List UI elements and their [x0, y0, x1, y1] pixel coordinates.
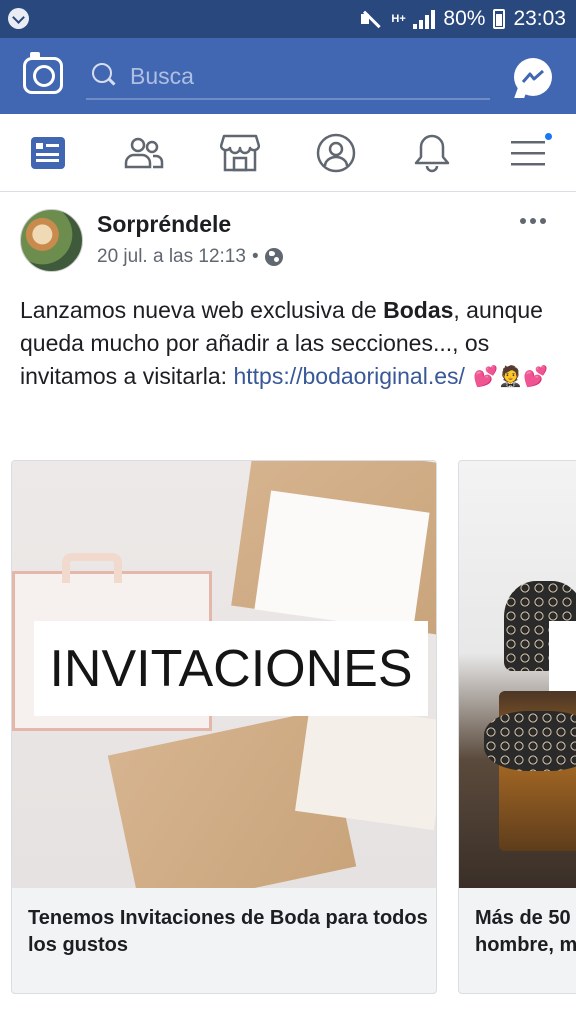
battery-icon — [493, 9, 506, 29]
card-image[interactable]: INVITACIONES — [12, 461, 436, 888]
search-bar[interactable] — [86, 52, 490, 100]
post-text-part1: Lanzamos nueva web exclusiva de — [20, 297, 384, 323]
card-image-label: D — [549, 621, 576, 691]
globe-icon — [264, 248, 283, 266]
menu-icon — [511, 140, 545, 165]
clock: 23:03 — [513, 7, 566, 30]
status-right: H+ 80% 23:03 — [359, 6, 566, 32]
link-carousel[interactable]: INVITACIONES Tenemos Invitaciones de Bod… — [0, 460, 576, 994]
notification-dot — [543, 131, 554, 142]
download-check-icon — [8, 8, 29, 29]
post-author[interactable]: Sorpréndele — [97, 211, 231, 238]
post-text: Lanzamos nueva web exclusiva de Bodas, a… — [20, 294, 560, 394]
search-input[interactable] — [130, 60, 470, 92]
card-image[interactable]: D — [459, 461, 576, 888]
battery-percent: 80% — [443, 7, 486, 30]
messenger-icon[interactable] — [514, 58, 552, 96]
post-header: Sorpréndele 20 jul. a las 12:13 • — [0, 192, 576, 288]
post-text-bold: Bodas — [383, 297, 454, 323]
status-bar: H+ 80% 23:03 — [0, 0, 576, 38]
post-link[interactable]: https://bodaoriginal.es/ — [233, 363, 464, 389]
mute-icon — [359, 8, 383, 30]
bell-icon — [414, 134, 450, 172]
profile-icon — [316, 133, 356, 172]
carousel-card[interactable]: D Más de 50 hombre, m — [458, 460, 576, 994]
more-options-icon[interactable] — [520, 218, 546, 224]
tab-profile[interactable] — [288, 114, 384, 191]
tab-friends[interactable] — [96, 114, 192, 191]
app-header — [0, 38, 576, 114]
friends-icon — [124, 137, 164, 168]
marketplace-icon — [220, 134, 260, 171]
post-timestamp[interactable]: 20 jul. a las 12:13 — [97, 246, 246, 268]
network-type: H+ — [391, 13, 406, 25]
tab-menu[interactable] — [480, 114, 576, 191]
search-icon — [92, 63, 114, 85]
card-caption[interactable]: Tenemos Invitaciones de Boda para todos … — [28, 905, 428, 959]
carousel-card[interactable]: INVITACIONES Tenemos Invitaciones de Bod… — [11, 460, 437, 994]
signal-icon — [413, 9, 436, 29]
camera-icon[interactable] — [23, 52, 63, 94]
post-emojis: 💕🤵💕 — [473, 366, 549, 389]
card-image-label: INVITACIONES — [34, 621, 428, 716]
tab-notifications[interactable] — [384, 114, 480, 191]
news-feed-icon — [31, 136, 65, 169]
avatar[interactable] — [20, 209, 83, 272]
tab-bar — [0, 114, 576, 192]
card-caption[interactable]: Más de 50 hombre, m — [475, 905, 576, 959]
post-meta: 20 jul. a las 12:13 • — [97, 246, 283, 268]
tab-marketplace[interactable] — [192, 114, 288, 191]
meta-separator: • — [251, 246, 259, 267]
tab-news-feed[interactable] — [0, 114, 96, 191]
